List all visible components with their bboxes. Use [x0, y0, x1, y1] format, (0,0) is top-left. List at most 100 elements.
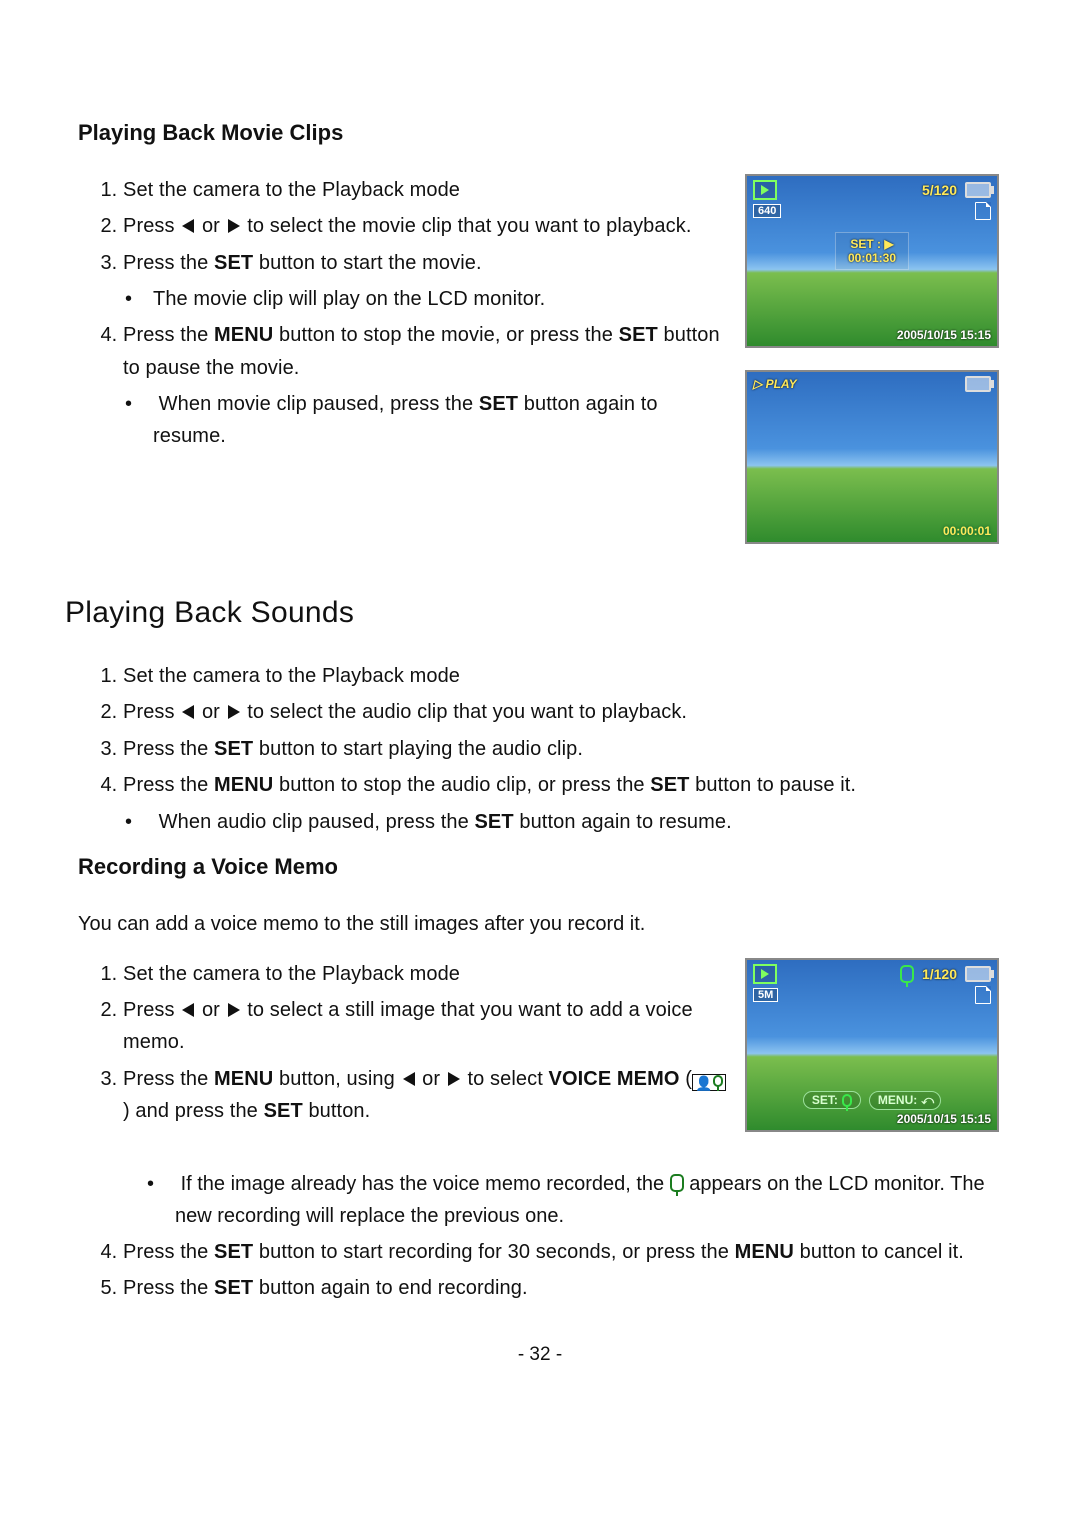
memo-step-3-sub-list: If the image already has the voice memo … [145, 1168, 1005, 1232]
sounds-step-3: Press the SET button to start playing th… [123, 733, 1005, 765]
text: or [422, 1068, 446, 1090]
sounds-steps: Set the camera to the Playback mode Pres… [75, 660, 1005, 838]
manual-page: Playing Back Movie Clips Set the camera … [0, 0, 1080, 1528]
text: or [202, 701, 226, 723]
lcd-movie-playing: ▷ PLAY 00:00:01 [745, 370, 999, 544]
text: button. [303, 1100, 371, 1122]
text: to select the audio clip that you want t… [247, 701, 687, 723]
text: MENU [214, 324, 273, 346]
movie-step-1: Set the camera to the Playback mode [123, 174, 727, 206]
lcd-duration: 00:01:30 [848, 251, 896, 265]
right-arrow-icon [228, 219, 240, 233]
movie-step-4-sub: When movie clip paused, press the SET bu… [153, 388, 727, 452]
page-number: - 32 - [75, 1344, 1005, 1366]
text: SET [214, 252, 253, 274]
memo-step-4: Press the SET button to start recording … [123, 1236, 1005, 1268]
text: Press [123, 701, 180, 723]
text: button to cancel it. [794, 1241, 964, 1263]
text: SET [264, 1100, 303, 1122]
text: SET [619, 324, 658, 346]
right-arrow-icon [448, 1072, 460, 1086]
lcd-elapsed: 00:00:01 [943, 524, 991, 538]
text: VOICE MEMO [549, 1068, 680, 1090]
text: button to start the movie. [253, 252, 481, 274]
sounds-step-4-sub: When audio clip paused, press the SET bu… [153, 806, 1005, 838]
sounds-step-4: Press the MENU button to stop the audio … [123, 769, 1005, 837]
lcd-center-info: SET : ▶ 00:01:30 [835, 232, 909, 270]
text: button to stop the movie, or press the [273, 324, 618, 346]
voice-memo-intro: You can add a voice memo to the still im… [78, 908, 1005, 940]
lcd-set-pill: SET: [803, 1091, 861, 1109]
text: When audio clip paused, press the [159, 811, 475, 833]
text: Press the [123, 738, 214, 760]
lcd-play-label: ▷ PLAY [753, 377, 797, 391]
movie-step-4: Press the MENU button to stop the movie,… [123, 319, 727, 452]
resolution-badge: 5M [753, 988, 778, 1002]
text: Press the [123, 1068, 214, 1090]
heading-movie-clips: Playing Back Movie Clips [78, 120, 1005, 146]
heading-voice-memo: Recording a Voice Memo [78, 854, 1005, 880]
microphone-icon [900, 965, 914, 983]
left-arrow-icon [182, 219, 194, 233]
text: Press [123, 215, 180, 237]
text: Press the [123, 1277, 214, 1299]
text: button again to resume. [514, 811, 732, 833]
lcd-voice-memo: 1/120 5M SET: MENU: ⤺ 2005/10/15 15:15 [745, 958, 999, 1132]
left-arrow-icon [403, 1072, 415, 1086]
lcd-set-hint: SET : ▶ [848, 237, 896, 251]
battery-icon [965, 182, 991, 198]
text: SET [650, 774, 689, 796]
text: When movie clip paused, press the [159, 393, 479, 415]
lcd-counter: 5/120 [922, 182, 957, 198]
memo-step-2: Press or to select a still image that yo… [123, 994, 727, 1059]
right-arrow-icon [228, 705, 240, 719]
microphone-icon [842, 1094, 852, 1107]
text: to select [467, 1068, 548, 1090]
text: Press the [123, 774, 214, 796]
microphone-icon [670, 1174, 684, 1192]
battery-icon [965, 966, 991, 982]
text: button to pause it. [690, 774, 857, 796]
voice-memo-section: Set the camera to the Playback mode Pres… [75, 958, 1005, 1154]
movie-section: Set the camera to the Playback mode Pres… [75, 174, 1005, 566]
text: If the image already has the voice memo … [181, 1173, 670, 1195]
battery-icon [965, 376, 991, 392]
text: Press [123, 999, 180, 1021]
heading-sounds: Playing Back Sounds [65, 596, 1005, 630]
right-arrow-icon [228, 1003, 240, 1017]
sounds-step-2: Press or to select the audio clip that y… [123, 696, 1005, 728]
text: or [202, 999, 226, 1021]
sounds-step-1: Set the camera to the Playback mode [123, 660, 1005, 692]
lcd-timestamp: 2005/10/15 15:15 [897, 1112, 991, 1126]
sd-card-icon [975, 986, 991, 1004]
text: button, using [273, 1068, 400, 1090]
resolution-badge: 640 [753, 204, 781, 218]
text: MENU [214, 774, 273, 796]
text: ) and press the [123, 1100, 264, 1122]
movie-step-3-sub: The movie clip will play on the LCD moni… [153, 283, 727, 315]
text: Press the [123, 252, 214, 274]
lcd-timestamp: 2005/10/15 15:15 [897, 328, 991, 342]
playback-mode-icon [753, 180, 777, 200]
lcd-movie-select: 5/120 640 SET : ▶ 00:01:30 2005/10/15 15… [745, 174, 999, 348]
text: button to start recording for 30 seconds… [253, 1241, 734, 1263]
left-arrow-icon [182, 1003, 194, 1017]
text: MENU [214, 1068, 273, 1090]
memo-step-3-sub: If the image already has the voice memo … [175, 1168, 1005, 1232]
text: button to start playing the audio clip. [253, 738, 583, 760]
lcd-counter: 1/120 [922, 966, 957, 982]
text: SET [479, 393, 518, 415]
text: ( [680, 1068, 692, 1090]
text: SET [474, 811, 513, 833]
movie-steps: Set the camera to the Playback mode Pres… [75, 174, 727, 452]
voice-memo-icon: 👤 [692, 1074, 726, 1091]
memo-steps-1-3: Set the camera to the Playback mode Pres… [75, 958, 727, 1128]
text: Press the [123, 1241, 214, 1263]
text: SET [214, 1241, 253, 1263]
memo-step-3: Press the MENU button, using or to selec… [123, 1063, 727, 1128]
movie-step-3: Press the SET button to start the movie.… [123, 247, 727, 315]
text: to select the movie clip that you want t… [247, 215, 691, 237]
text: SET [214, 1277, 253, 1299]
memo-step-1: Set the camera to the Playback mode [123, 958, 727, 990]
text: SET [214, 738, 253, 760]
